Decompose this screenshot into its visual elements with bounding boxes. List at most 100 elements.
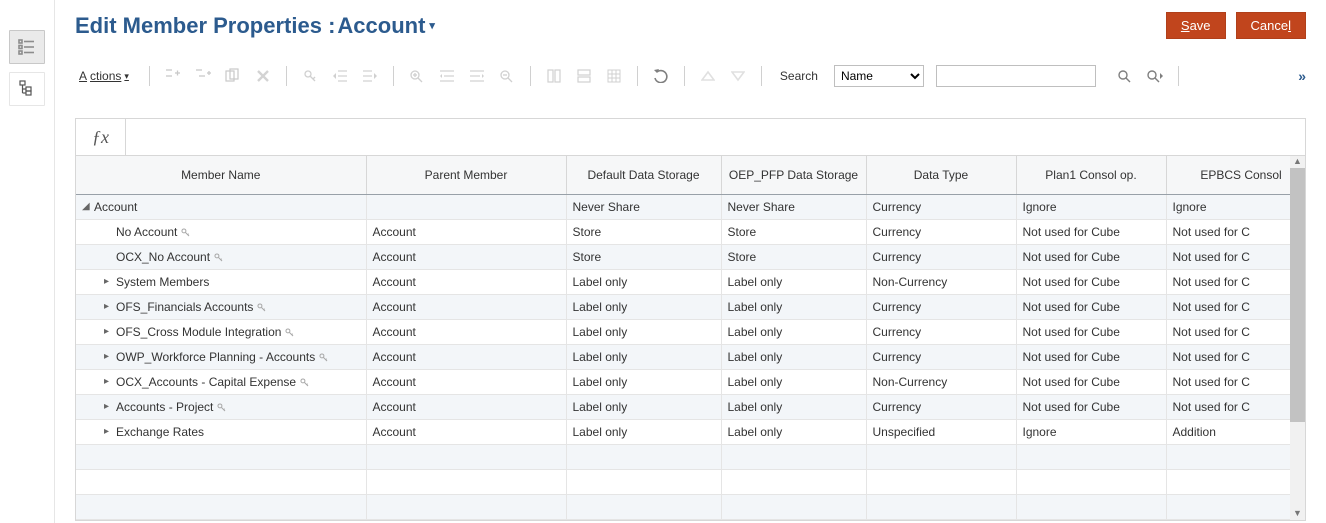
expand-toggle-icon[interactable]: ▸ — [104, 426, 114, 437]
collapse-toggle-icon[interactable]: ◢ — [82, 201, 92, 212]
data-type-cell[interactable]: Non-Currency — [866, 369, 1016, 394]
parent-member-cell[interactable]: Account — [366, 319, 566, 344]
member-name-cell[interactable]: ▸Exchange Rates — [104, 425, 360, 439]
expand-toggle-icon[interactable]: ▸ — [104, 326, 114, 337]
default-storage-cell[interactable]: Label only — [566, 269, 721, 294]
plan1-consol-cell[interactable]: Not used for Cube — [1016, 344, 1166, 369]
oep-pfp-storage-cell[interactable]: Label only — [721, 294, 866, 319]
search-up-icon[interactable] — [1116, 67, 1134, 85]
expand-icon[interactable] — [468, 67, 486, 85]
table-row-empty[interactable] — [76, 444, 1306, 469]
scroll-down-arrow[interactable]: ▼ — [1290, 508, 1305, 520]
undo-icon[interactable] — [652, 67, 670, 85]
plan1-consol-cell[interactable]: Not used for Cube — [1016, 294, 1166, 319]
member-name-cell[interactable]: OCX_No Account — [104, 250, 360, 264]
plan1-consol-cell[interactable]: Not used for Cube — [1016, 369, 1166, 394]
table-row[interactable]: ▸System MembersAccountLabel onlyLabel on… — [76, 269, 1306, 294]
outdent-icon[interactable] — [331, 67, 349, 85]
oep-pfp-storage-cell[interactable]: Label only — [721, 269, 866, 294]
scroll-thumb[interactable] — [1290, 168, 1305, 422]
table-row[interactable]: No AccountAccountStoreStoreCurrencyNot u… — [76, 219, 1306, 244]
data-type-cell[interactable]: Currency — [866, 294, 1016, 319]
epbcs-consol-cell[interactable]: Addition — [1166, 419, 1306, 444]
default-storage-cell[interactable]: Store — [566, 219, 721, 244]
parent-member-cell[interactable]: Account — [366, 344, 566, 369]
key-icon[interactable] — [301, 67, 319, 85]
zoom-out-icon[interactable] — [498, 67, 516, 85]
col-data-type[interactable]: Data Type — [866, 156, 1016, 194]
data-type-cell[interactable]: Non-Currency — [866, 269, 1016, 294]
member-name-cell[interactable]: ▸OCX_Accounts - Capital Expense — [104, 375, 360, 389]
epbcs-consol-cell[interactable]: Not used for C — [1166, 369, 1306, 394]
plan1-consol-cell[interactable]: Ignore — [1016, 419, 1166, 444]
table-row[interactable]: ◢AccountNever ShareNever ShareCurrencyIg… — [76, 194, 1306, 219]
parent-member-cell[interactable] — [366, 194, 566, 219]
oep-pfp-storage-cell[interactable]: Never Share — [721, 194, 866, 219]
default-storage-cell[interactable]: Label only — [566, 344, 721, 369]
parent-member-cell[interactable]: Account — [366, 419, 566, 444]
oep-pfp-storage-cell[interactable]: Store — [721, 219, 866, 244]
plan1-consol-cell[interactable]: Not used for Cube — [1016, 394, 1166, 419]
move-down-icon[interactable] — [729, 67, 747, 85]
plan1-consol-cell[interactable]: Not used for Cube — [1016, 244, 1166, 269]
col-oep-pfp-storage[interactable]: OEP_PFP Data Storage — [721, 156, 866, 194]
parent-member-cell[interactable]: Account — [366, 294, 566, 319]
unfreeze-icon[interactable] — [575, 67, 593, 85]
table-row[interactable]: ▸OWP_Workforce Planning - AccountsAccoun… — [76, 344, 1306, 369]
search-field-select[interactable]: Name — [834, 65, 924, 87]
member-name-cell[interactable]: ▸OFS_Financials Accounts — [104, 300, 360, 314]
table-row[interactable]: ▸OCX_Accounts - Capital ExpenseAccountLa… — [76, 369, 1306, 394]
formula-input[interactable] — [126, 119, 1305, 155]
table-row-empty[interactable] — [76, 494, 1306, 519]
data-type-cell[interactable]: Currency — [866, 319, 1016, 344]
data-type-cell[interactable]: Currency — [866, 244, 1016, 269]
title-dropdown-caret[interactable]: ▾ — [429, 19, 435, 32]
data-type-cell[interactable]: Currency — [866, 344, 1016, 369]
oep-pfp-storage-cell[interactable]: Label only — [721, 394, 866, 419]
oep-pfp-storage-cell[interactable]: Store — [721, 244, 866, 269]
default-storage-cell[interactable]: Never Share — [566, 194, 721, 219]
duplicate-icon[interactable] — [224, 67, 242, 85]
overflow-expand-icon[interactable]: » — [1298, 68, 1306, 84]
table-row[interactable]: ▸OFS_Financials Accounts Account Label onl… — [76, 294, 1306, 319]
data-type-cell[interactable]: Currency — [866, 394, 1016, 419]
oep-pfp-storage-cell[interactable]: Label only — [721, 369, 866, 394]
epbcs-consol-cell[interactable]: Not used for C — [1166, 344, 1306, 369]
plan1-consol-cell[interactable]: Not used for Cube — [1016, 219, 1166, 244]
member-name-cell[interactable]: No Account — [104, 225, 360, 239]
collapse-icon[interactable] — [438, 67, 456, 85]
member-name-cell[interactable]: ▸Accounts - Project — [104, 400, 360, 414]
parent-member-cell[interactable]: Account — [366, 394, 566, 419]
expand-toggle-icon[interactable]: ▸ — [104, 351, 114, 362]
col-parent-member[interactable]: Parent Member — [366, 156, 566, 194]
epbcs-consol-cell[interactable]: Ignore — [1166, 194, 1306, 219]
expand-toggle-icon[interactable]: ▸ — [104, 276, 114, 287]
table-row[interactable]: ▸Accounts - ProjectAccountLabel onlyLabe… — [76, 394, 1306, 419]
nav-tree-icon[interactable] — [9, 72, 45, 106]
epbcs-consol-cell[interactable]: Not used for C — [1166, 269, 1306, 294]
col-default-storage[interactable]: Default Data Storage — [566, 156, 721, 194]
parent-member-cell[interactable]: Account — [366, 369, 566, 394]
epbcs-consol-cell[interactable]: Not used for C — [1166, 219, 1306, 244]
default-storage-cell[interactable]: Label only — [566, 369, 721, 394]
epbcs-consol-cell[interactable]: Not used for C — [1166, 244, 1306, 269]
search-down-icon[interactable] — [1146, 67, 1164, 85]
actions-menu[interactable]: Actions ▾ — [79, 69, 129, 83]
save-button[interactable]: Save — [1166, 12, 1226, 39]
epbcs-consol-cell[interactable]: Not used for C — [1166, 394, 1306, 419]
page-title[interactable]: Edit Member Properties : Account ▾ — [75, 13, 435, 39]
parent-member-cell[interactable]: Account — [366, 244, 566, 269]
default-storage-cell[interactable]: Label only — [566, 419, 721, 444]
scroll-up-arrow[interactable]: ▲ — [1290, 156, 1305, 168]
oep-pfp-storage-cell[interactable]: Label only — [721, 344, 866, 369]
default-storage-cell[interactable]: Label only — [566, 319, 721, 344]
default-storage-cell[interactable]: Store — [566, 244, 721, 269]
search-input[interactable] — [936, 65, 1096, 87]
member-name-cell[interactable]: ▸System Members — [104, 275, 360, 289]
add-child-icon[interactable] — [194, 67, 212, 85]
nav-outline-icon[interactable] — [9, 30, 45, 64]
epbcs-consol-cell[interactable]: Not used for C — [1166, 319, 1306, 344]
table-row[interactable]: ▸OFS_Cross Module IntegrationAccountLabe… — [76, 319, 1306, 344]
zoom-in-icon[interactable] — [408, 67, 426, 85]
col-plan1-consol[interactable]: Plan1 Consol op. — [1016, 156, 1166, 194]
